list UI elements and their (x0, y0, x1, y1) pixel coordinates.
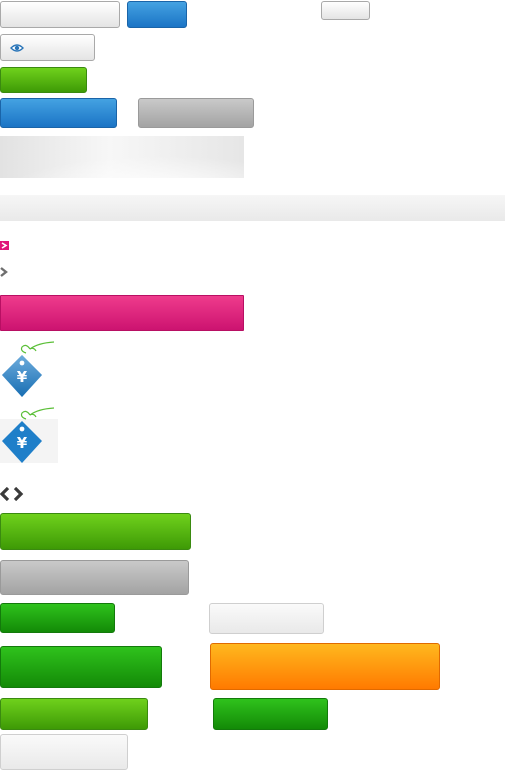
arrow-left-right-icon (0, 487, 26, 501)
play-arrow-pink-icon (0, 241, 9, 250)
yuan-price-tag-icon: ¥ (0, 341, 56, 399)
green-medium-button[interactable] (0, 603, 115, 633)
blue-button[interactable] (127, 1, 187, 28)
green-small-button[interactable] (0, 698, 148, 730)
gray-large-button[interactable] (0, 560, 189, 595)
eye-icon (10, 43, 24, 53)
text-input[interactable] (0, 1, 120, 28)
green-large-button[interactable] (0, 513, 191, 550)
light-medium-button[interactable] (209, 603, 324, 634)
blue-wide-button[interactable] (0, 98, 117, 128)
light-small-button[interactable] (0, 734, 128, 770)
arrow-right-gray-icon (0, 267, 9, 277)
svg-text:¥: ¥ (17, 368, 28, 386)
pink-bar[interactable] (0, 295, 244, 331)
header-bar (0, 195, 505, 221)
banner-background (0, 136, 244, 178)
orange-tall-button[interactable] (210, 643, 440, 690)
svg-text:¥: ¥ (17, 434, 28, 452)
gray-wide-button[interactable] (138, 98, 254, 128)
green-tall-button[interactable] (0, 646, 162, 688)
yuan-price-tag-icon: ¥ (0, 407, 56, 465)
small-button[interactable] (321, 1, 370, 20)
green-button[interactable] (0, 67, 87, 93)
green-compact-button[interactable] (213, 698, 328, 730)
view-button[interactable] (0, 34, 95, 61)
